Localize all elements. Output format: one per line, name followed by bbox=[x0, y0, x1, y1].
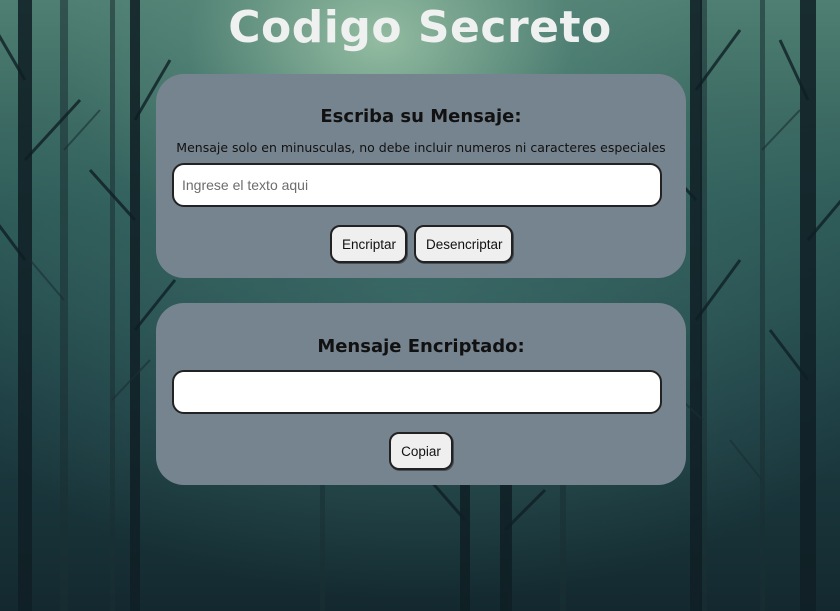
page-title: Codigo Secreto bbox=[228, 2, 612, 53]
output-heading: Mensaje Encriptado: bbox=[317, 336, 525, 357]
encrypt-button[interactable]: Encriptar bbox=[330, 225, 407, 263]
decrypt-button[interactable]: Desencriptar bbox=[414, 225, 513, 263]
input-hint: Mensaje solo en minusculas, no debe incl… bbox=[176, 140, 666, 155]
message-input[interactable] bbox=[172, 163, 662, 207]
result-field[interactable] bbox=[172, 370, 662, 414]
input-panel: Escriba su Mensaje: Mensaje solo en minu… bbox=[156, 74, 686, 278]
output-panel: Mensaje Encriptado: Copiar bbox=[156, 303, 686, 485]
input-heading: Escriba su Mensaje: bbox=[320, 106, 522, 127]
copy-button[interactable]: Copiar bbox=[389, 432, 453, 470]
